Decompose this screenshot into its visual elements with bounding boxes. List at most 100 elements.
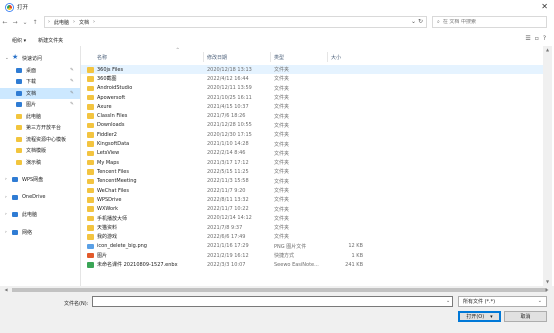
sidebar-item[interactable]: ⌄ ★ 快速访问 [0, 53, 80, 65]
new-folder-button[interactable]: 新建文件夹 [38, 37, 63, 44]
sidebar-item[interactable]: 第三方开放平台 [0, 122, 80, 134]
file-row[interactable]: WXWork 2022/11/7 10:22 文件夹 [81, 204, 551, 213]
column-separator[interactable] [327, 52, 328, 62]
search-icon: ⌕ [437, 19, 440, 25]
vertical-scrollbar[interactable]: ▲ ▼ [543, 46, 552, 286]
file-row[interactable]: 360js Files 2020/12/18 13:13 文件夹 [81, 65, 551, 75]
file-row[interactable]: Fiddler2 2020/12/30 17:15 文件夹 [81, 130, 551, 139]
horizontal-scroll-thumb[interactable] [12, 288, 547, 292]
filename-input[interactable] [92, 296, 453, 307]
column-header-date[interactable]: 修改日期 [207, 52, 227, 62]
expand-arrow-icon[interactable]: › [5, 195, 7, 200]
file-row[interactable]: WPSDrive 2022/8/11 13:32 文件夹 [81, 195, 551, 204]
view-options-icon[interactable]: ☰ [525, 35, 530, 42]
organize-button[interactable]: 组织 ▾ [12, 37, 26, 44]
column-header-name[interactable]: 名称 [97, 52, 107, 62]
sidebar-item[interactable]: › 网络 [0, 227, 80, 239]
file-type: 文件夹 [274, 122, 290, 129]
file-date: 2021/3/17 17:12 [207, 159, 249, 166]
file-type: 文件夹 [274, 132, 290, 139]
file-type: 文件夹 [274, 67, 290, 74]
file-row[interactable]: Apowersoft 2021/10/25 16:11 文件夹 [81, 93, 551, 102]
pin-icon: ✎ [70, 79, 74, 85]
expand-arrow-icon[interactable]: › [5, 212, 7, 217]
column-separator[interactable] [270, 52, 271, 62]
back-button[interactable]: ← [0, 19, 10, 26]
file-rows: 360js Files 2020/12/18 13:13 文件夹 360截图 2022/… [81, 65, 551, 270]
file-name: 未命名课件 20210809-1527.enbx [97, 262, 178, 269]
file-row[interactable]: 360截图 2022/4/12 16:44 文件夹 [81, 74, 551, 83]
open-button[interactable]: 打开(O) ▾ [458, 311, 501, 322]
folder-icon [87, 76, 94, 82]
sidebar-item[interactable]: › WPS网盘 [0, 174, 80, 186]
folder-icon [87, 94, 94, 101]
sidebar-item[interactable]: 流程资源中心模板 [0, 134, 80, 146]
file-date: 2020/12/30 17:15 [207, 131, 252, 138]
file-row[interactable]: My Maps 2021/3/17 17:12 文件夹 [81, 158, 551, 167]
column-header-type[interactable]: 类型 [274, 52, 284, 62]
sidebar-item[interactable]: 文档 ✎ [0, 87, 80, 99]
recent-dropdown-icon[interactable]: ⌄ [20, 19, 30, 26]
file-row[interactable]: 未命名课件 20210809-1527.enbx 2022/3/3 10:07 Se… [81, 260, 551, 269]
file-row[interactable]: TencentMeeting 2022/11/3 15:58 文件夹 [81, 177, 551, 186]
file-name: WPSDrive [97, 196, 122, 203]
help-icon[interactable]: ? [543, 35, 546, 42]
scroll-up-icon[interactable]: ▲ [543, 46, 552, 54]
forward-button[interactable]: → [10, 19, 20, 26]
file-row[interactable]: Axure 2021/4/15 10:37 文件夹 [81, 102, 551, 111]
image-file-icon [87, 243, 94, 250]
file-row[interactable]: 我的游戏 2022/6/6 17:49 文件夹 [81, 232, 551, 241]
sidebar-item[interactable]: 此电脑 [0, 111, 80, 123]
filetype-select[interactable]: 所有文件 (*.*) ⌄ [458, 296, 547, 307]
sidebar-item[interactable]: 文档模版 [0, 145, 80, 157]
file-row[interactable]: Downloads 2021/12/28 10:55 文件夹 [81, 121, 551, 130]
address-row: ← → ⌄ ↑ › 此电脑 › 文档 › ⌄ ↻ ⌕ [0, 14, 554, 30]
folder-icon [87, 67, 94, 73]
address-separator: › [93, 19, 96, 25]
scroll-right-icon[interactable]: ▶ [543, 286, 551, 294]
preview-pane-icon[interactable]: ▫ [535, 35, 539, 42]
file-row[interactable]: WeChat Files 2022/11/7 9:20 文件夹 [81, 186, 551, 195]
file-row[interactable]: AndroidStudio 2020/12/11 13:59 文件夹 [81, 84, 551, 93]
file-row[interactable]: 图片 2021/2/19 16:12 快捷方式 1 KB [81, 251, 551, 260]
sidebar-item[interactable]: 下载 ✎ [0, 76, 80, 88]
file-row[interactable]: LetsView 2022/2/14 8:46 文件夹 [81, 149, 551, 158]
expand-arrow-icon[interactable]: › [5, 230, 7, 235]
file-name: WeChat Files [97, 187, 129, 194]
sidebar-item-label: OneDrive [22, 194, 46, 201]
address-bar[interactable]: › 此电脑 › 文档 › ⌄ ↻ [44, 16, 427, 28]
address-dropdown-icon[interactable]: ⌄ [411, 18, 416, 25]
file-row[interactable]: ClassIn Files 2021/7/6 18:26 文件夹 [81, 111, 551, 120]
scroll-left-icon[interactable]: ◀ [2, 286, 10, 294]
scroll-down-icon[interactable]: ▼ [543, 278, 552, 286]
close-icon[interactable]: ✕ [541, 2, 548, 11]
file-row[interactable]: 手机播放大师 2020/12/14 14:12 文件夹 [81, 214, 551, 223]
breadcrumb-documents[interactable]: 文档 [79, 19, 89, 26]
file-date: 2020/12/11 13:59 [207, 85, 252, 92]
expand-arrow-icon[interactable]: ⌄ [5, 56, 9, 61]
column-separator[interactable] [203, 52, 204, 62]
refresh-icon[interactable]: ↻ [418, 18, 423, 25]
search-input[interactable] [442, 19, 543, 25]
expand-arrow-icon[interactable]: › [5, 177, 7, 182]
search-box[interactable]: ⌕ [432, 16, 547, 28]
horizontal-scrollbar[interactable]: ◀ ▶ [0, 286, 554, 294]
open-dropdown-icon[interactable]: ▾ [490, 314, 493, 320]
sidebar-item[interactable]: 演示稿 [0, 157, 80, 169]
up-button[interactable]: ↑ [30, 19, 40, 26]
cancel-button[interactable]: 取消 [504, 311, 547, 322]
breadcrumb-this-pc[interactable]: 此电脑 [54, 19, 69, 26]
sidebar-item-label: 快速访问 [22, 56, 43, 63]
column-header-size[interactable]: 大小 [331, 52, 341, 62]
sidebar-item[interactable]: 图片 ✎ [0, 99, 80, 111]
sidebar-item[interactable]: 桌面 ✎ [0, 65, 80, 77]
sidebar-item-label: 文档 [26, 90, 37, 97]
file-row[interactable]: KingsoftData 2021/1/10 14:28 文件夹 [81, 139, 551, 148]
sidebar-item[interactable]: › OneDrive [0, 192, 80, 204]
file-row[interactable]: icon_delete_big.png 2021/1/16 17:29 PNG 图片… [81, 242, 551, 251]
file-row[interactable]: Tencent Files 2022/5/15 11:25 文件夹 [81, 167, 551, 176]
file-name: TencentMeeting [97, 178, 137, 185]
folder-icon [87, 85, 94, 92]
file-row[interactable]: 天猫资料 2021/7/8 9:37 文件夹 [81, 223, 551, 232]
sidebar-item[interactable]: › 此电脑 [0, 209, 80, 221]
